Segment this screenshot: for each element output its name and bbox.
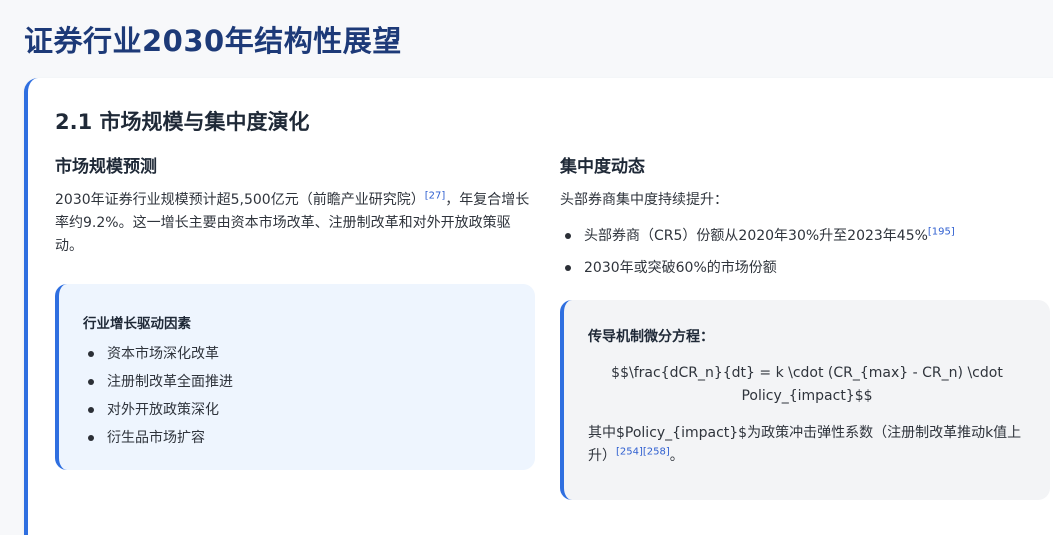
formula-note-text: 其中$Policy_{impact}$为政策冲击弹性系数（注册制改革推动k值上升… [588,425,1022,464]
list-item-text: 2030年或突破60%的市场份额 [584,260,777,276]
list-item: 注册制改革全面推进 [83,368,511,396]
section-card: 2.1 市场规模与集中度演化 市场规模预测 2030年证券行业规模预计超5,50… [24,78,1053,535]
formula-box: 传导机制微分方程： $$\frac{dCR_n}{dt} = k \cdot (… [560,300,1050,500]
formula-note: 其中$Policy_{impact}$为政策冲击弹性系数（注册制改革推动k值上升… [588,422,1026,468]
citation-link[interactable]: [254][258] [616,446,670,457]
market-size-text-1: 2030年证券行业规模预计超5,500亿元（前瞻产业研究院） [55,192,425,208]
differential-equation: $$\frac{dCR_n}{dt} = k \cdot (CR_{max} -… [611,365,1003,404]
list-item: 头部券商（CR5）份额从2020年30%升至2023年45%[195] [560,220,1050,252]
market-size-heading: 市场规模预测 [55,157,157,177]
list-item: 衍生品市场扩容 [83,424,511,452]
concentration-intro: 头部券商集中度持续提升： [560,192,728,208]
market-size-paragraph: 2030年证券行业规模预计超5,500亿元（前瞻产业研究院）[27]，年复合增长… [55,189,535,258]
concentration-heading: 集中度动态 [560,157,645,177]
market-size-column: 市场规模预测 2030年证券行业规模预计超5,500亿元（前瞻产业研究院）[27… [55,152,535,470]
concentration-list: 头部券商（CR5）份额从2020年30%升至2023年45%[195] 2030… [560,220,1050,284]
citation-link[interactable]: [195] [928,226,955,237]
list-item: 对外开放政策深化 [83,396,511,424]
list-item-text: 头部券商（CR5）份额从2020年30%升至2023年45% [584,228,928,244]
citation-link[interactable]: [27] [425,190,446,201]
list-item: 2030年或突破60%的市场份额 [560,252,1050,284]
formula-note-end: 。 [669,448,684,464]
concentration-column: 集中度动态 头部券商集中度持续提升： 头部券商（CR5）份额从2020年30%升… [560,152,1050,500]
growth-drivers-box: 行业增长驱动因素 资本市场深化改革 注册制改革全面推进 对外开放政策深化 衍生品… [55,284,535,470]
growth-drivers-list: 资本市场深化改革 注册制改革全面推进 对外开放政策深化 衍生品市场扩容 [83,340,511,452]
growth-drivers-title: 行业增长驱动因素 [83,316,191,332]
page-title: 证券行业2030年结构性展望 [24,24,402,58]
formula-title: 传导机制微分方程： [588,329,714,345]
list-item: 资本市场深化改革 [83,340,511,368]
section-title: 2.1 市场规模与集中度演化 [55,110,310,134]
